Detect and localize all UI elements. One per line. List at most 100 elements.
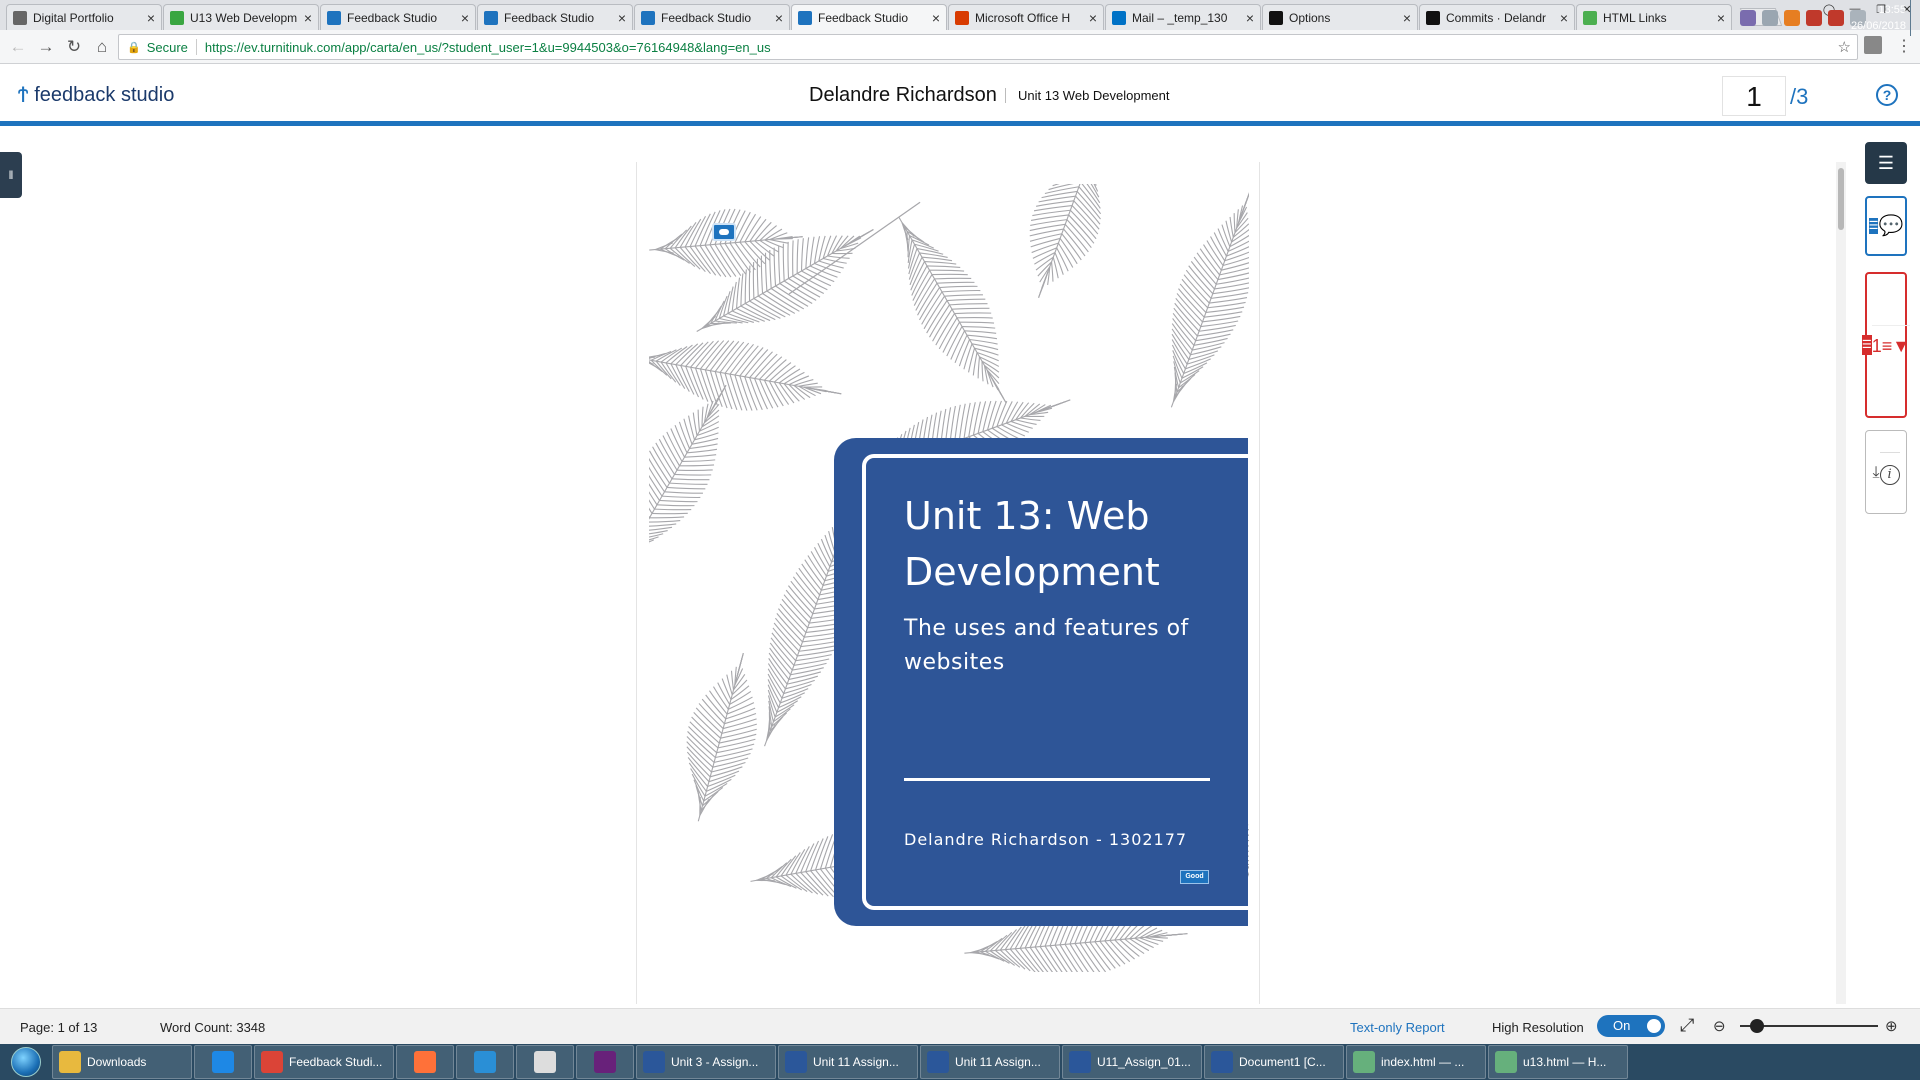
high-resolution-label: High Resolution — [1492, 1020, 1584, 1035]
comments-icon[interactable]: 💬 — [1878, 206, 1903, 246]
similarity-score[interactable]: 1 — [1871, 324, 1882, 366]
grading-group: ☰ 💬 — [1865, 196, 1907, 256]
tab-label: Feedback Studio — [347, 10, 438, 25]
word-icon — [1211, 1051, 1233, 1073]
taskbar-button[interactable] — [396, 1045, 454, 1079]
info-icon[interactable]: i — [1879, 451, 1900, 493]
taskbar-button[interactable] — [516, 1045, 574, 1079]
high-resolution-toggle[interactable]: On — [1597, 1015, 1665, 1037]
tab-close-icon[interactable]: × — [1560, 10, 1568, 26]
tab-label: Feedback Studio — [818, 10, 909, 25]
text-only-report-link[interactable]: Text-only Report — [1350, 1020, 1445, 1035]
taskbar-button[interactable] — [194, 1045, 252, 1079]
browser-tab[interactable]: Feedback Studio × — [320, 4, 476, 30]
taskbar-button[interactable]: U11_Assign_01... — [1062, 1045, 1202, 1079]
brand-logo[interactable]: Ϯ feedback studio — [18, 82, 174, 108]
page-number-input[interactable]: 1 — [1722, 76, 1786, 116]
tab-close-icon[interactable]: × — [775, 10, 783, 26]
tab-close-icon[interactable]: × — [1717, 10, 1725, 26]
omnibox[interactable]: 🔒 Secure https://ev.turnitinuk.com/app/c… — [118, 34, 1858, 60]
extension-icon[interactable] — [1864, 36, 1882, 54]
start-button[interactable] — [0, 1044, 52, 1080]
browser-tab[interactable]: HTML Links × — [1576, 4, 1732, 30]
zoom-out-icon[interactable]: ⊖ — [1713, 1017, 1726, 1035]
tab-close-icon[interactable]: × — [1089, 10, 1097, 26]
word-count: Word Count: 3348 — [160, 1020, 266, 1035]
comment-bubble-icon[interactable] — [712, 223, 736, 241]
browser-tab[interactable]: Feedback Studio × — [791, 4, 947, 30]
browser-tab-strip: Digital Portfolio × U13 Web Developm × Feedb… — [0, 0, 1920, 30]
reload-button[interactable]: ↻ — [60, 33, 88, 61]
tab-label: Commits · Delandr — [1446, 10, 1547, 25]
zoom-slider-thumb[interactable] — [1749, 1019, 1764, 1033]
help-icon[interactable]: ? — [1876, 84, 1898, 106]
url-text[interactable]: https://ev.turnitinuk.com/app/carta/en_u… — [205, 40, 771, 55]
taskbar-label: Feedback Studi... — [289, 1055, 383, 1069]
browser-menu-icon[interactable]: ⋮ — [1896, 36, 1912, 56]
browser-tab[interactable]: U13 Web Developm × — [163, 4, 319, 30]
download-icon[interactable]: ⤓ — [1872, 452, 1879, 493]
document-author: Delandre Richardson - 1302177 — [904, 830, 1188, 849]
left-panel-toggle[interactable]: ‖ — [0, 152, 22, 198]
taskbar-button[interactable]: Unit 3 - Assign... — [636, 1045, 776, 1079]
tab-label: Microsoft Office H — [975, 10, 1071, 25]
tab-close-icon[interactable]: × — [461, 10, 469, 26]
layers-button[interactable]: ☰ — [1865, 142, 1907, 184]
tray-app-icon[interactable] — [1740, 10, 1756, 26]
browser-tab[interactable]: Feedback Studio × — [477, 4, 633, 30]
browser-tab[interactable]: Feedback Studio × — [634, 4, 790, 30]
taskbar-button[interactable] — [456, 1045, 514, 1079]
browser-tab[interactable]: Commits · Delandr × — [1419, 4, 1575, 30]
system-clock[interactable]: 13:55 26/06/2018 — [1826, 2, 1906, 34]
taskbar-button[interactable]: Unit 11 Assign... — [920, 1045, 1060, 1079]
turnitin-icon — [798, 10, 812, 25]
home-button[interactable]: ⌂ — [88, 33, 116, 61]
network-icon[interactable] — [1762, 10, 1778, 26]
quickmark-good-tag[interactable]: Good — [1180, 870, 1209, 884]
browser-tab[interactable]: Digital Portfolio × — [6, 4, 162, 30]
tab-close-icon[interactable]: × — [932, 10, 940, 26]
office-icon — [955, 10, 969, 25]
show-desktop-button[interactable] — [1910, 0, 1920, 36]
turnitin-icon — [641, 10, 655, 25]
taskbar-button[interactable]: Document1 [C... — [1204, 1045, 1344, 1079]
browser-tab[interactable]: Options × — [1262, 4, 1418, 30]
forward-button[interactable]: → — [32, 33, 60, 61]
scrollbar-thumb[interactable] — [1838, 168, 1844, 230]
bookmark-star-icon[interactable]: ☆ — [1838, 38, 1851, 56]
tab-close-icon[interactable]: × — [147, 10, 155, 26]
grading-layer-icon[interactable]: ☰ — [1868, 218, 1879, 234]
atom-icon — [1495, 1051, 1517, 1073]
browser-tab[interactable]: Mail – _temp_130 × — [1105, 4, 1261, 30]
w3schools-icon — [1583, 10, 1597, 25]
volume-icon[interactable] — [1806, 10, 1822, 26]
tab-close-icon[interactable]: × — [1403, 10, 1411, 26]
taskbar-button[interactable]: Unit 11 Assign... — [778, 1045, 918, 1079]
tab-close-icon[interactable]: × — [618, 10, 626, 26]
match-overview-icon[interactable]: ≡ — [1881, 324, 1893, 366]
zoom-in-icon[interactable]: ⊕ — [1885, 1017, 1898, 1035]
tab-label: Mail – _temp_130 — [1132, 10, 1228, 25]
taskbar-label: Unit 3 - Assign... — [671, 1055, 759, 1069]
tab-close-icon[interactable]: × — [304, 10, 312, 26]
taskbar-button[interactable]: u13.html — H... — [1488, 1045, 1628, 1079]
taskbar-label: Downloads — [87, 1055, 147, 1069]
visual-studio-icon — [594, 1051, 616, 1073]
browser-tab[interactable]: Microsoft Office H × — [948, 4, 1104, 30]
taskbar-label: Unit 11 Assign... — [813, 1055, 899, 1069]
tab-close-icon[interactable]: × — [1246, 10, 1254, 26]
filter-icon[interactable]: ▼ — [1892, 324, 1911, 366]
windows-orb-icon — [11, 1047, 41, 1077]
taskbar-button[interactable] — [576, 1045, 634, 1079]
taskbar-button[interactable]: Feedback Studi... — [254, 1045, 394, 1079]
clock-time: 13:55 — [1878, 4, 1906, 16]
taskbar-label: u13.html — H... — [1523, 1055, 1607, 1069]
taskbar-button[interactable]: Downloads — [52, 1045, 192, 1079]
fullscreen-icon[interactable]: ⤢ — [1680, 1015, 1694, 1036]
document-scrollbar[interactable] — [1836, 162, 1846, 1004]
tab-label: Feedback Studio — [504, 10, 595, 25]
similarity-layer-icon[interactable]: ☰ — [1861, 335, 1872, 355]
taskbar-button[interactable]: index.html — ... — [1346, 1045, 1486, 1079]
back-button[interactable]: ← — [4, 33, 32, 61]
tray-flame-icon[interactable] — [1784, 10, 1800, 26]
